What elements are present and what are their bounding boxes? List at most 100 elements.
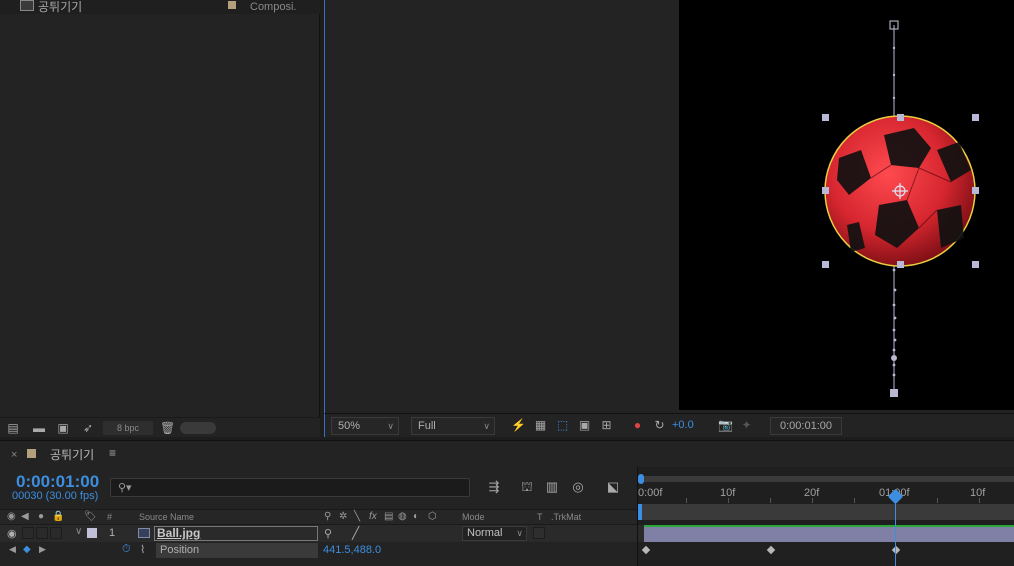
chevron-down-icon: ∨ xyxy=(483,421,490,431)
timeline-panel: × 공튀기기 ≡ 0:00:01:00 00030 (30.00 fps) ⚲▾… xyxy=(0,440,1014,566)
layer-name[interactable]: Ball.jpg xyxy=(154,526,318,541)
collapse-icon[interactable]: ✲ xyxy=(339,511,347,522)
bit-depth-button[interactable]: 8 bpc xyxy=(103,421,153,435)
audio-icon[interactable]: ◀ xyxy=(21,511,29,522)
draft-3d-icon[interactable]: ⛫ xyxy=(518,479,536,495)
frame-blend-switch-icon[interactable]: ▤ xyxy=(384,511,393,522)
ruler-minor-tick xyxy=(770,498,771,503)
region-of-interest-icon[interactable]: ▣ xyxy=(577,419,592,432)
ruler-minor-tick xyxy=(937,498,938,503)
column-t[interactable]: T xyxy=(537,512,543,522)
composition-icon xyxy=(20,0,34,11)
work-area-start-handle[interactable] xyxy=(638,504,642,520)
solo-switch[interactable] xyxy=(36,527,48,539)
ruler-tick-label: 0:00f xyxy=(638,487,663,499)
adjustment-layer-icon[interactable]: ◐ xyxy=(413,511,419,522)
column-number[interactable]: # xyxy=(107,512,112,522)
quality-icon[interactable]: ╲ xyxy=(354,511,360,522)
layer-duration-bar[interactable] xyxy=(644,525,1014,542)
canvas-artwork xyxy=(822,20,979,397)
prev-keyframe-icon[interactable]: ◀ xyxy=(9,544,16,555)
column-trkmat[interactable]: .TrkMat xyxy=(551,512,581,522)
frame-count: 00030 (30.00 fps) xyxy=(12,490,99,502)
new-comp-icon[interactable]: ▣ xyxy=(56,422,70,434)
close-icon[interactable]: × xyxy=(11,449,17,461)
chevron-down-icon[interactable]: ∨ xyxy=(75,526,82,537)
current-time-display[interactable]: 0:00:01:00 xyxy=(16,472,99,492)
trash-icon[interactable]: 🗑 xyxy=(160,422,175,434)
exposure-value[interactable]: +0.0 xyxy=(672,419,694,431)
blend-mode-value: Normal xyxy=(467,527,503,539)
shy-switch-icon[interactable]: ⚲ xyxy=(324,527,332,540)
time-ruler[interactable]: 0:00f 10f 20f 01:00f 10f xyxy=(638,483,1014,503)
layer-search-input[interactable]: ⚲▾ xyxy=(110,478,470,497)
thumbnail-slider[interactable] xyxy=(180,422,216,434)
ruler-minor-tick xyxy=(854,498,855,503)
frame-blending-icon[interactable]: ▥ xyxy=(543,479,561,495)
search-icon: ⚲▾ xyxy=(118,482,132,494)
flowchart-icon[interactable]: ➶ xyxy=(81,422,95,434)
interpret-footage-icon[interactable]: ▤ xyxy=(6,422,20,434)
reset-exposure-icon[interactable]: ↻ xyxy=(652,419,667,432)
chevron-down-icon: ∨ xyxy=(387,421,394,431)
column-source-name[interactable]: Source Name xyxy=(139,512,194,522)
fast-preview-icon[interactable]: ⚡ xyxy=(511,419,526,432)
effects-icon[interactable]: fx xyxy=(369,511,377,522)
viewer-timecode[interactable]: 0:00:01:00 xyxy=(770,417,842,435)
property-name[interactable]: Position xyxy=(156,543,318,558)
project-item-row[interactable]: 공튀기기 Composi. xyxy=(0,0,320,14)
time-navigator[interactable] xyxy=(641,476,1014,482)
timeline-graph-area[interactable]: 0:00f 10f 20f 01:00f 10f xyxy=(637,467,1014,566)
color-channels-icon[interactable]: ● xyxy=(630,419,645,432)
lock-switch[interactable] xyxy=(50,527,62,539)
solo-icon[interactable]: ● xyxy=(38,511,44,522)
composition-canvas[interactable] xyxy=(679,0,1014,410)
ruler-major-tick xyxy=(728,498,729,503)
label-tag-icon[interactable]: 🏷 xyxy=(84,511,97,522)
eye-icon[interactable]: ◉ xyxy=(7,511,16,522)
shy-icon[interactable]: ⚲ xyxy=(324,511,331,522)
graph-editor-icon[interactable]: ⬕ xyxy=(604,479,622,495)
layer-label-color[interactable] xyxy=(87,528,97,538)
ruler-tick-label: 10f xyxy=(970,487,986,499)
path-keyframe-bottom xyxy=(890,389,898,397)
add-keyframe-icon[interactable]: ◆ xyxy=(23,544,31,555)
audio-switch[interactable] xyxy=(22,527,34,539)
resolution-dropdown[interactable]: Full ∨ xyxy=(411,417,495,435)
column-mode[interactable]: Mode xyxy=(462,512,485,522)
show-snapshot-icon[interactable]: ✦ xyxy=(739,419,754,432)
timeline-tab[interactable]: × 공튀기기 ≡ xyxy=(0,441,1014,467)
guides-icon[interactable]: ⊞ xyxy=(599,419,614,432)
mask-visibility-icon[interactable]: ⬚ xyxy=(555,419,570,432)
property-row[interactable]: ◀ ◆ ▶ ⏱ ⌇ Position 441.5,488.0 xyxy=(0,542,637,559)
graph-icon[interactable]: ⌇ xyxy=(140,543,145,556)
project-item-type: Composi. xyxy=(250,1,297,13)
blend-mode-dropdown[interactable]: Normal ∨ xyxy=(462,526,527,541)
ruler-minor-tick xyxy=(686,498,687,503)
timeline-comp-name: 공튀기기 xyxy=(50,448,95,462)
3d-layer-icon[interactable]: ⬡ xyxy=(428,511,437,522)
snapshot-icon[interactable]: 📷 xyxy=(718,419,733,432)
project-item-label-color[interactable] xyxy=(228,1,236,9)
work-area-bar[interactable] xyxy=(641,504,1014,520)
viewer-toolbar: 50% ∨ Full ∨ ⚡ ▦ ⬚ ▣ ⊞ ● ↻ +0.0 📷 ✦ 0:00:0… xyxy=(324,413,1014,437)
visibility-eye-icon[interactable]: ◉ xyxy=(7,527,17,540)
zoom-dropdown[interactable]: 50% ∨ xyxy=(331,417,399,435)
project-panel: 공튀기기 Composi. ▤ ▬ ▣ ➶ 8 bpc 🗑 xyxy=(0,0,320,437)
composition-viewer xyxy=(324,0,1014,413)
motion-blur-icon[interactable]: ◎ xyxy=(569,479,587,495)
comp-flowchart-icon[interactable]: ⇶ xyxy=(485,479,503,495)
layer-row[interactable]: ◉ ∨ 1 Ball.jpg ⚲ ╱ Normal ∨ xyxy=(0,525,637,542)
next-keyframe-icon[interactable]: ▶ xyxy=(39,544,46,555)
stopwatch-icon[interactable]: ⏱ xyxy=(122,543,131,556)
transparency-grid-icon[interactable]: ▦ xyxy=(533,419,548,432)
new-folder-icon[interactable]: ▬ xyxy=(32,422,46,434)
lock-icon[interactable]: 🔒 xyxy=(52,511,64,522)
motion-blur-switch-icon[interactable]: ◍ xyxy=(398,511,407,522)
trkmat-switch[interactable] xyxy=(533,527,545,539)
resolution-value: Full xyxy=(418,420,436,432)
quality-switch-icon[interactable]: ╱ xyxy=(352,526,359,540)
ruler-major-tick xyxy=(812,498,813,503)
panel-menu-icon[interactable]: ≡ xyxy=(109,446,116,460)
property-value[interactable]: 441.5,488.0 xyxy=(323,544,381,556)
